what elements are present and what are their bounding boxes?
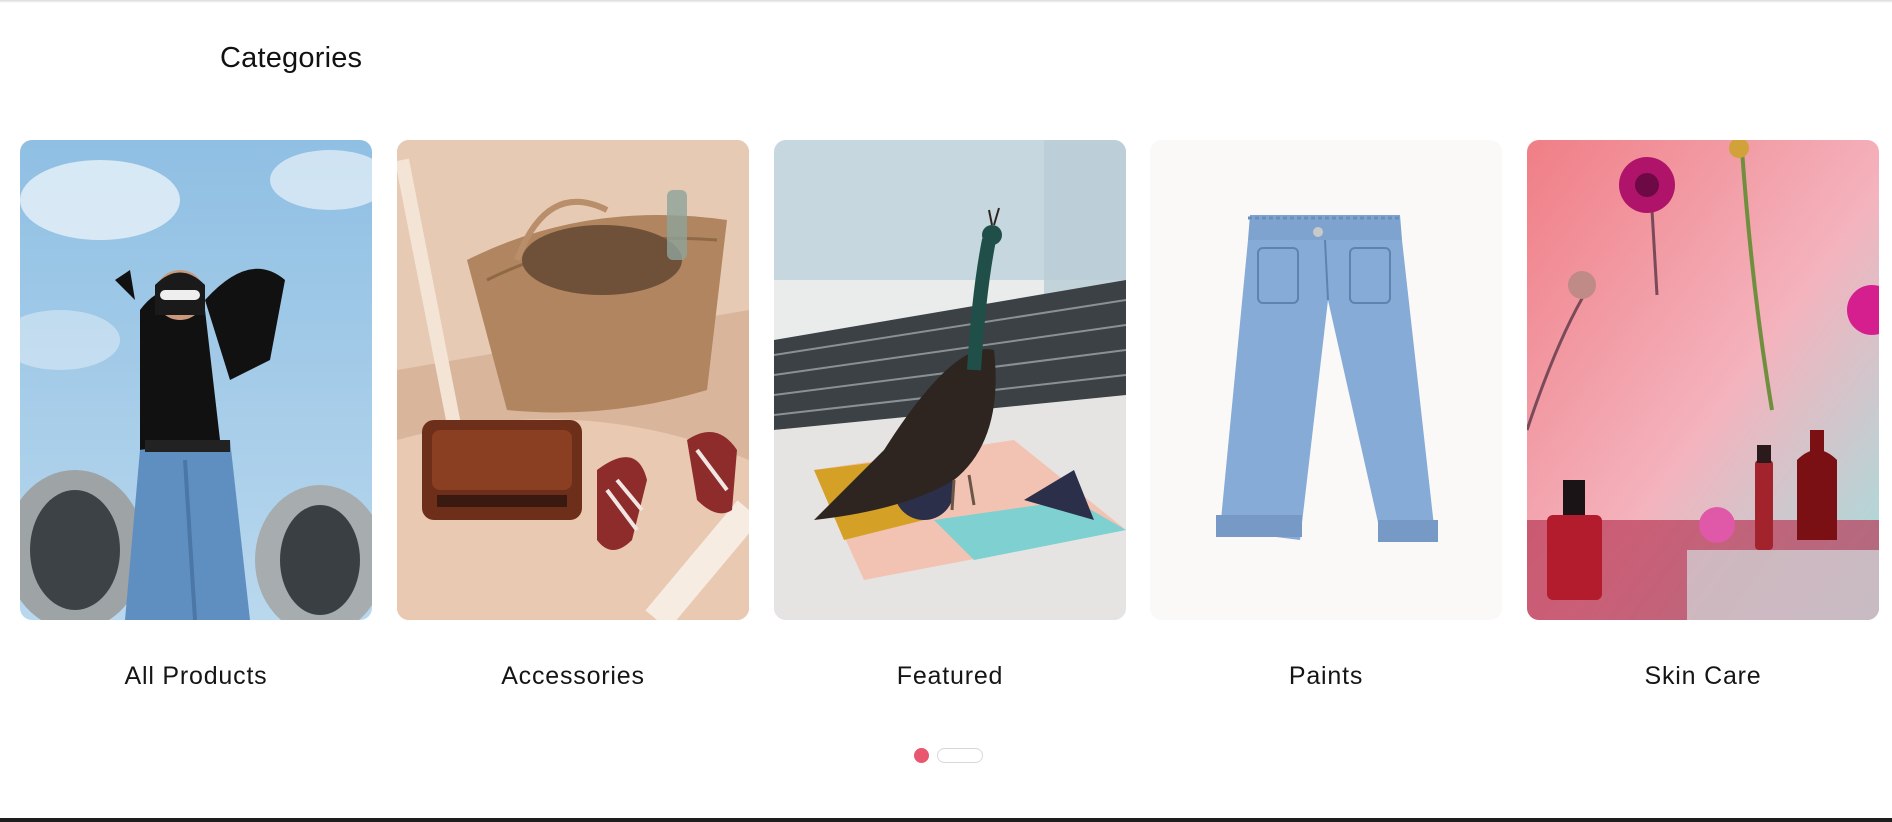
pagination-dot-active[interactable]	[914, 748, 929, 763]
category-image-all-products[interactable]	[20, 140, 372, 620]
basket-and-shoes-image	[397, 140, 749, 620]
category-label[interactable]: All Products	[20, 662, 372, 691]
flowers-and-bottles-image	[1527, 140, 1879, 620]
section-title: Categories	[220, 42, 363, 74]
category-label[interactable]: Accessories	[397, 662, 749, 691]
denim-pants-image	[1150, 140, 1502, 620]
category-image-accessories[interactable]	[397, 140, 749, 620]
woman-in-sky-image	[20, 140, 372, 620]
category-image-featured[interactable]	[774, 140, 1126, 620]
category-label[interactable]: Paints	[1150, 662, 1502, 691]
category-label[interactable]: Featured	[774, 662, 1126, 691]
category-label[interactable]: Skin Care	[1527, 662, 1879, 691]
category-image-paints[interactable]	[1150, 140, 1502, 620]
carousel-pagination	[914, 748, 983, 763]
category-carousel[interactable]: All Products Accessories Featured Paints…	[0, 140, 1892, 720]
category-card-skin-care[interactable]: Skin Care	[1527, 140, 1879, 691]
peacock-image	[774, 140, 1126, 620]
pagination-dot[interactable]	[937, 748, 983, 763]
category-card-accessories[interactable]: Accessories	[397, 140, 749, 691]
category-image-skin-care[interactable]	[1527, 140, 1879, 620]
bottom-divider	[0, 818, 1892, 822]
category-card-featured[interactable]: Featured	[774, 140, 1126, 691]
category-card-all-products[interactable]: All Products	[20, 140, 372, 691]
category-card-paints[interactable]: Paints	[1150, 140, 1502, 691]
top-shadow-divider	[0, 0, 1892, 3]
